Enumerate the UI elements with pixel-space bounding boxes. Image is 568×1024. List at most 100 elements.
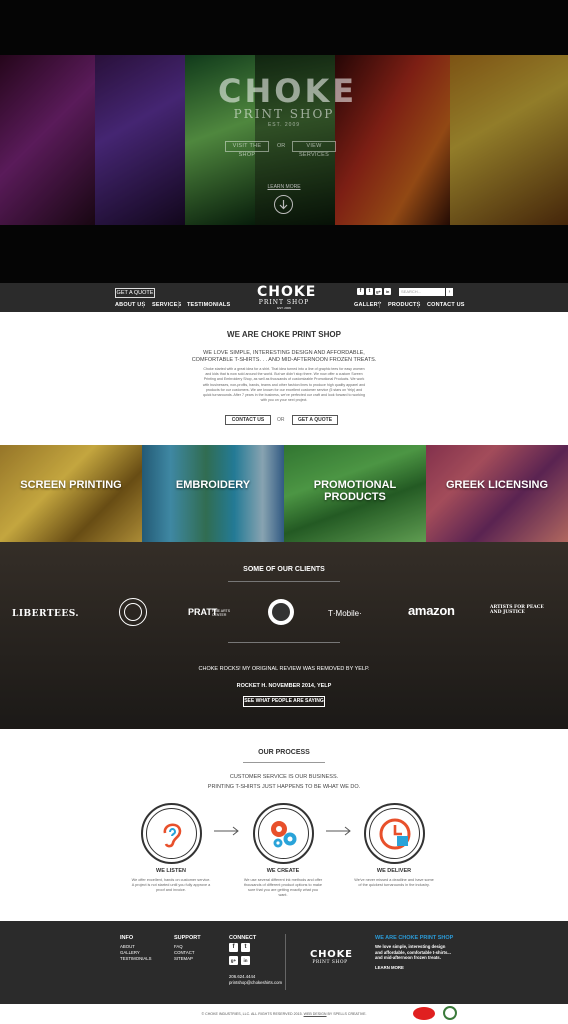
web-design-link[interactable]: WEB DESIGN [304, 1012, 327, 1016]
hero-logo-main: CHOKE [218, 72, 358, 110]
process-title: OUR PROCESS [258, 749, 310, 756]
intro-sub-line-1: WE LOVE SIMPLE, INTERESTING DESIGN AND A… [203, 350, 365, 356]
tile-overlay [426, 445, 568, 542]
intro-subtitle: WE LOVE SIMPLE, INTERESTING DESIGN AND A… [184, 350, 384, 364]
client-libertees: LIBERTEES. [12, 609, 80, 619]
learn-more-link[interactable]: LEARN MORE [264, 184, 304, 190]
nav-link-contact[interactable]: CONTACT US [427, 302, 465, 308]
footer-link-about[interactable]: ABOUT [120, 944, 135, 949]
footer-about-body: We love simple, interesting design and a… [375, 944, 451, 960]
process-listen-circle [141, 803, 202, 864]
ear-icon [163, 823, 182, 848]
footer-facebook-icon[interactable]: f [229, 943, 238, 952]
intro-body: Choke started with a great idea for a sh… [202, 367, 366, 403]
process-arrow-icon [214, 826, 239, 836]
clock-calendar-icon [379, 818, 411, 850]
nav-link-products[interactable]: PRODUCTS [388, 302, 420, 308]
hero-logo: CHOKE PRINT SHOP EST. 2009 [218, 72, 358, 128]
badge-logo-red [413, 1007, 435, 1020]
tile-overlay [142, 445, 284, 542]
process-deliver-body: We've never missed a deadline and have s… [354, 878, 434, 887]
nav-divider [379, 301, 380, 308]
badge-logo-green [443, 1006, 457, 1020]
copyright-prefix: © CHOKE INDUSTRIES, LLC. ALL RIGHTS RESE… [201, 1012, 303, 1016]
nav-link-services[interactable]: SERVICES [152, 302, 181, 308]
footer-logo[interactable]: CHOKE PRINT SHOP [310, 950, 352, 966]
process-arrow-icon [326, 826, 351, 836]
contact-us-button[interactable]: CONTACT US [225, 415, 271, 425]
arrow-down-circle-icon[interactable] [274, 195, 293, 214]
footer-divider [285, 934, 286, 990]
nav-get-quote-button[interactable]: GET A QUOTE [115, 288, 155, 298]
service-label: SCREEN PRINTING [20, 479, 122, 491]
linkedin-icon[interactable]: in [384, 288, 391, 295]
gears-icon [271, 821, 297, 848]
process-listen-title: WE LISTEN [156, 868, 186, 874]
site-footer [0, 921, 568, 1004]
copyright-text: © CHOKE INDUSTRIES, LLC. ALL RIGHTS RESE… [0, 1012, 568, 1016]
nav-logo-sub: PRINT SHOP [258, 299, 310, 306]
footer-learn-more-link[interactable]: LEARN MORE [375, 965, 404, 970]
client-tmobile: T·Mobile· [328, 609, 362, 618]
footer-link-faq[interactable]: FAQ [174, 944, 183, 949]
service-label: GREEK LICENSING [445, 479, 549, 491]
intro-sub-line-2: COMFORTABLE T-SHIRTS. . . AND MID-AFTERN… [191, 357, 377, 363]
facebook-icon[interactable]: f [357, 288, 364, 295]
search-go-button[interactable]: › [446, 288, 453, 296]
intro-title: WE ARE CHOKE PRINT SHOP [227, 330, 341, 339]
service-screen-printing[interactable]: SCREEN PRINTING [0, 445, 142, 542]
intro-or-text: OR [277, 417, 285, 423]
service-label-line-2: PRODUCTS [324, 491, 386, 503]
footer-about-title: WE ARE CHOKE PRINT SHOP [375, 935, 454, 941]
get-quote-button[interactable]: GET A QUOTE [292, 415, 338, 425]
process-create-body: We use several different ink methods and… [243, 878, 323, 897]
process-deliver-title: WE DELIVER [376, 868, 412, 874]
nav-link-gallery[interactable]: GALLERY [354, 302, 381, 308]
footer-info-title: INFO [120, 935, 134, 941]
google-plus-icon[interactable]: g+ [375, 288, 382, 295]
clients-rule-2 [228, 642, 340, 643]
process-deliver-circle [364, 803, 425, 864]
view-services-button[interactable]: VIEW SERVICES [292, 141, 336, 158]
footer-link-testimonials[interactable]: TESTIMONIALS [120, 956, 152, 961]
visit-shop-button[interactable]: VISIT THE SHOP [225, 141, 269, 158]
client-pratt-subtitle: FINE ARTS CENTER [212, 609, 231, 617]
nav-logo-small: EST. 2009 [277, 306, 291, 310]
starbucks-inner [272, 603, 290, 621]
nav-link-testimonials[interactable]: TESTIMONIALS [187, 302, 230, 308]
see-testimonials-button[interactable]: SEE WHAT PEOPLE ARE SAYING [243, 696, 325, 707]
client-amazon: amazon [408, 603, 455, 618]
nav-logo-main: CHOKE [257, 284, 317, 300]
footer-linkedin-icon[interactable]: in [241, 956, 250, 965]
service-label: PROMOTIONAL [313, 479, 397, 491]
process-sub-1: CUSTOMER SERVICE IS OUR BUSINESS. [229, 774, 339, 780]
footer-link-sitemap[interactable]: SITEMAP [174, 956, 193, 961]
client-starbucks-logo [268, 599, 294, 625]
search-input[interactable]: SEARCH... [399, 288, 445, 296]
footer-link-gallery[interactable]: GALLERY [120, 950, 140, 955]
process-sub-2: PRINTING T-SHIRTS JUST HAPPENS TO BE WHA… [207, 784, 361, 790]
twitter-icon[interactable]: t [366, 288, 373, 295]
seal-inner-ring [124, 603, 142, 621]
footer-twitter-icon[interactable]: t [241, 943, 250, 952]
footer-email[interactable]: printshop@chokeshirts.com [229, 980, 282, 985]
footer-google-plus-icon[interactable]: g+ [229, 956, 238, 965]
nav-divider [178, 301, 179, 308]
tile-overlay [0, 445, 142, 542]
testimonial-author: ROCKET H. NOVEMBER 2014, YELP [236, 683, 332, 689]
process-create-title: WE CREATE [266, 868, 300, 874]
clients-rule [228, 581, 340, 582]
copyright-suffix: BY SPELLS CREATIVE. [327, 1012, 367, 1016]
testimonial-quote: CHOKE ROCKS! MY ORIGINAL REVIEW WAS REMO… [198, 666, 370, 672]
service-embroidery[interactable]: EMBROIDERY [142, 445, 284, 542]
nav-link-about[interactable]: ABOUT US [115, 302, 145, 308]
nav-logo[interactable]: CHOKE PRINT SHOP EST. 2009 [257, 284, 317, 310]
process-listen-body: We offer excellent, hands on customer se… [131, 878, 211, 892]
service-promotional-products[interactable]: PROMOTIONAL PRODUCTS [284, 445, 426, 542]
hero-logo-est: EST. 2009 [267, 122, 301, 128]
footer-logo-sub: PRINT SHOP [312, 960, 348, 965]
footer-link-contact[interactable]: CONTACT [174, 950, 194, 955]
nav-divider [143, 301, 144, 308]
process-create-circle [253, 803, 314, 864]
service-greek-licensing[interactable]: GREEK LICENSING [426, 445, 568, 542]
